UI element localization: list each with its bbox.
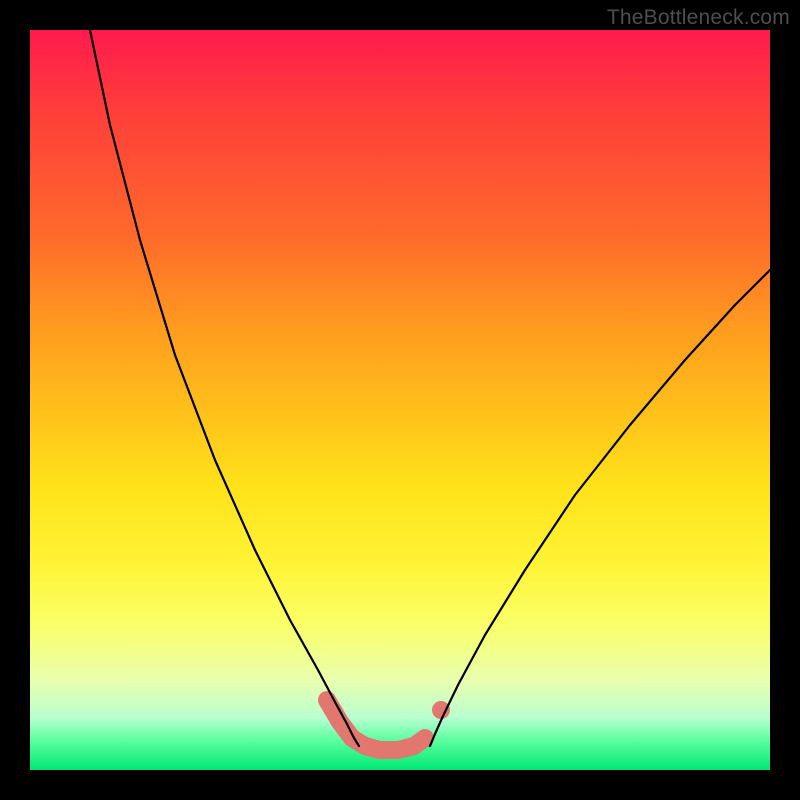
curve-left-branch	[90, 30, 359, 746]
chart-plot-area	[30, 30, 770, 770]
highlight-dot	[432, 701, 450, 719]
highlight-band	[327, 700, 425, 750]
curve-right-branch	[430, 270, 770, 746]
curve-svg	[30, 30, 770, 770]
watermark-text: TheBottleneck.com	[607, 6, 790, 30]
